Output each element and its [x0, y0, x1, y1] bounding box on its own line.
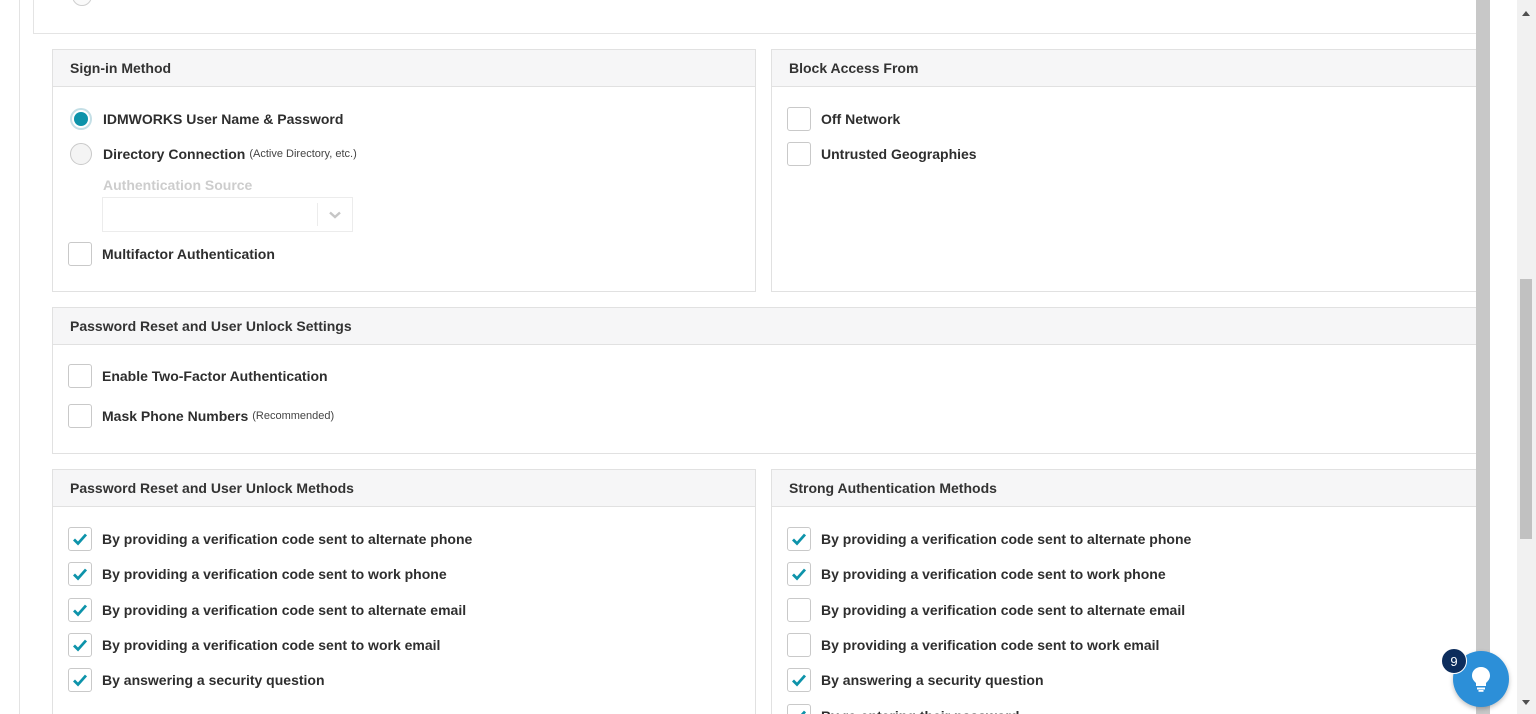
option-label: Directory Connection [103, 146, 246, 162]
sign-in-option-idmworks[interactable]: IDMWORKS User Name & Password [70, 108, 343, 130]
sign-in-method-title: Sign-in Method [53, 50, 755, 87]
option-label: By providing a verification code sent to… [102, 531, 473, 547]
option-label: By answering a security question [821, 672, 1044, 688]
option-label: By providing a verification code sent to… [821, 531, 1192, 547]
multifactor-authentication-option[interactable]: Multifactor Authentication [68, 242, 275, 266]
multifactor-checkbox[interactable] [68, 242, 92, 266]
checkmark-icon [792, 568, 807, 581]
previous-section-edge [33, 0, 1477, 34]
option-label: By providing a verification code sent to… [102, 566, 447, 582]
inner-scroll-track[interactable] [1476, 0, 1490, 714]
mask-phone-option[interactable]: Mask Phone Numbers (Recommended) [68, 404, 334, 428]
method-checkbox[interactable] [68, 668, 92, 692]
option-note: (Active Directory, etc.) [249, 148, 357, 160]
checkmark-icon [73, 568, 88, 581]
method-checkbox[interactable] [68, 633, 92, 657]
option-note: (Recommended) [252, 410, 335, 422]
option-label: By providing a verification code sent to… [102, 637, 441, 653]
select-divider [317, 203, 318, 226]
authentication-source-select[interactable] [102, 197, 353, 232]
method-option[interactable]: By providing a verification code sent to… [68, 598, 466, 622]
method-option[interactable]: By re-entering their password [787, 704, 1019, 714]
idmworks-radio[interactable] [70, 108, 92, 130]
partial-radio[interactable] [72, 0, 92, 6]
option-label: Untrusted Geographies [821, 146, 977, 162]
option-label: By providing a verification code sent to… [821, 566, 1166, 582]
checkmark-icon [792, 674, 807, 687]
reset-methods-title: Password Reset and User Unlock Methods [53, 470, 755, 507]
option-label: By providing a verification code sent to… [102, 602, 467, 618]
directory-radio[interactable] [70, 143, 92, 165]
method-checkbox[interactable] [787, 527, 811, 551]
two-factor-checkbox[interactable] [68, 364, 92, 388]
sign-in-option-directory[interactable]: Directory Connection (Active Directory, … [70, 143, 357, 165]
method-option[interactable]: By providing a verification code sent to… [68, 527, 472, 551]
method-option[interactable]: By answering a security question [787, 668, 1044, 692]
block-untrusted-geographies-option[interactable]: Untrusted Geographies [787, 142, 977, 166]
chevron-down-icon [329, 211, 341, 219]
help-notification-badge: 9 [1441, 648, 1467, 674]
option-label: IDMWORKS User Name & Password [103, 111, 344, 127]
scroll-up-arrow[interactable] [1522, 11, 1530, 16]
two-factor-option[interactable]: Enable Two-Factor Authentication [68, 364, 328, 388]
method-option[interactable]: By answering a security question [68, 668, 325, 692]
method-checkbox[interactable] [68, 562, 92, 586]
scrollbar-thumb[interactable] [1520, 279, 1532, 539]
option-label: Off Network [821, 111, 901, 127]
method-option[interactable]: By providing a verification code sent to… [787, 527, 1191, 551]
option-label: Enable Two-Factor Authentication [102, 368, 328, 384]
lightbulb-icon [1472, 667, 1490, 692]
method-option[interactable]: By providing a verification code sent to… [787, 562, 1166, 586]
option-label: By answering a security question [102, 672, 325, 688]
method-option[interactable]: By providing a verification code sent to… [787, 633, 1159, 657]
method-checkbox[interactable] [68, 527, 92, 551]
method-option[interactable]: By providing a verification code sent to… [68, 562, 447, 586]
block-access-title: Block Access From [772, 50, 1476, 87]
off-network-checkbox[interactable] [787, 107, 811, 131]
scroll-down-arrow[interactable] [1522, 700, 1530, 705]
method-checkbox[interactable] [787, 598, 811, 622]
checkmark-icon [73, 674, 88, 687]
method-option[interactable]: By providing a verification code sent to… [787, 598, 1185, 622]
checkmark-icon [73, 533, 88, 546]
settings-viewport: Sign-in Method IDMWORKS User Name & Pass… [0, 0, 1536, 714]
method-checkbox[interactable] [68, 598, 92, 622]
method-checkbox[interactable] [787, 668, 811, 692]
method-option[interactable]: By providing a verification code sent to… [68, 633, 440, 657]
block-off-network-option[interactable]: Off Network [787, 107, 900, 131]
option-label: Multifactor Authentication [102, 246, 275, 262]
option-label: By providing a verification code sent to… [821, 602, 1186, 618]
reset-settings-title: Password Reset and User Unlock Settings [53, 308, 1476, 345]
strong-auth-title: Strong Authentication Methods [772, 470, 1476, 507]
option-label: Mask Phone Numbers [102, 408, 249, 424]
untrusted-geographies-checkbox[interactable] [787, 142, 811, 166]
mask-phone-checkbox[interactable] [68, 404, 92, 428]
block-access-panel: Block Access From [771, 49, 1477, 292]
method-checkbox[interactable] [787, 633, 811, 657]
checkmark-icon [792, 533, 807, 546]
checkmark-icon [73, 604, 88, 617]
page-scrollbar[interactable] [1517, 0, 1536, 714]
checkmark-icon [73, 639, 88, 652]
option-label: By providing a verification code sent to… [821, 637, 1160, 653]
method-checkbox[interactable] [787, 704, 811, 714]
authentication-source-label: Authentication Source [103, 177, 253, 193]
option-label: By re-entering their password [821, 708, 1019, 714]
method-checkbox[interactable] [787, 562, 811, 586]
checkmark-icon [800, 710, 807, 714]
